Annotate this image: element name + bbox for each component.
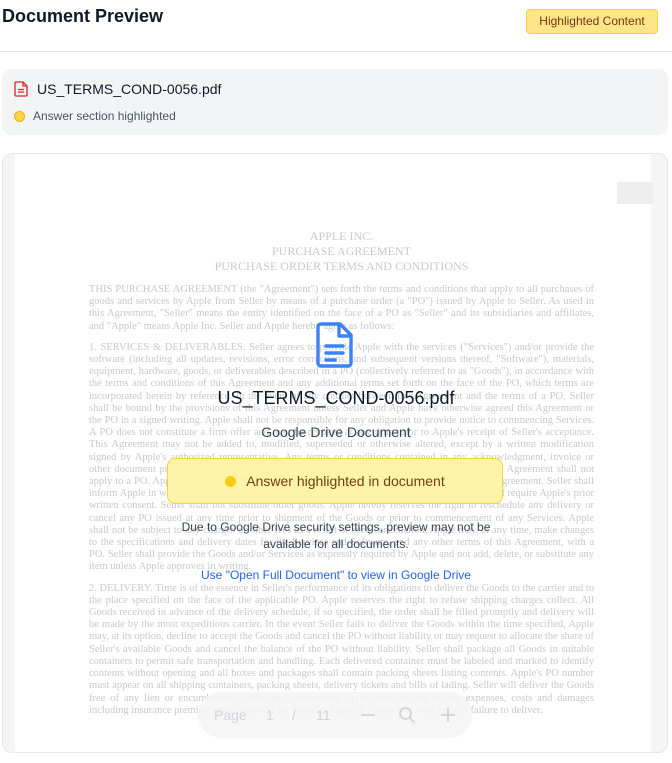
pdf-file-icon xyxy=(14,81,28,97)
status-dot xyxy=(14,110,25,122)
page-navigator: Page 1 / 11 xyxy=(198,692,472,738)
plus-icon xyxy=(441,708,455,722)
zoom-in-button[interactable] xyxy=(440,707,456,723)
status-text: Answer section highlighted xyxy=(33,109,176,123)
highlight-status: Answer section highlighted xyxy=(14,109,176,123)
highlighted-content-badge: Highlighted Content xyxy=(526,9,658,34)
security-notice: Due to Google Drive security settings, p… xyxy=(181,520,491,551)
current-page-input[interactable]: 1 xyxy=(266,707,274,723)
magnifier-icon xyxy=(399,707,415,723)
minus-icon xyxy=(361,714,375,716)
document-heading: APPLE INC. PURCHASE AGREEMENT PURCHASE O… xyxy=(214,229,469,273)
overlay-file-type: Google Drive Document xyxy=(261,424,411,440)
answer-dot xyxy=(225,475,237,487)
document-icon xyxy=(316,322,353,368)
document-page: APPLE INC. PURCHASE AGREEMENT PURCHASE O… xyxy=(15,154,651,752)
open-in-drive-link[interactable]: Use "Open Full Document" to view in Goog… xyxy=(0,568,672,582)
zoom-out-button[interactable] xyxy=(360,707,376,723)
page-separator: / xyxy=(292,707,296,723)
dialog-title: Document Preview xyxy=(2,6,164,26)
answer-label: Answer highlighted in document xyxy=(246,473,445,489)
answer-highlight-banner: Answer highlighted in document xyxy=(167,458,503,504)
document-preview[interactable]: APPLE INC. PURCHASE AGREEMENT PURCHASE O… xyxy=(2,153,668,753)
file-row: US_TERMS_COND-0056.pdf xyxy=(14,81,221,97)
zoom-button[interactable] xyxy=(398,706,416,724)
file-name: US_TERMS_COND-0056.pdf xyxy=(37,81,222,97)
page-label: Page xyxy=(214,707,247,723)
page-side-tab xyxy=(617,182,653,204)
file-info-card: US_TERMS_COND-0056.pdf Answer section hi… xyxy=(2,69,668,135)
overlay-file-name: US_TERMS_COND-0056.pdf xyxy=(217,388,455,408)
total-pages: 11 xyxy=(316,707,331,723)
